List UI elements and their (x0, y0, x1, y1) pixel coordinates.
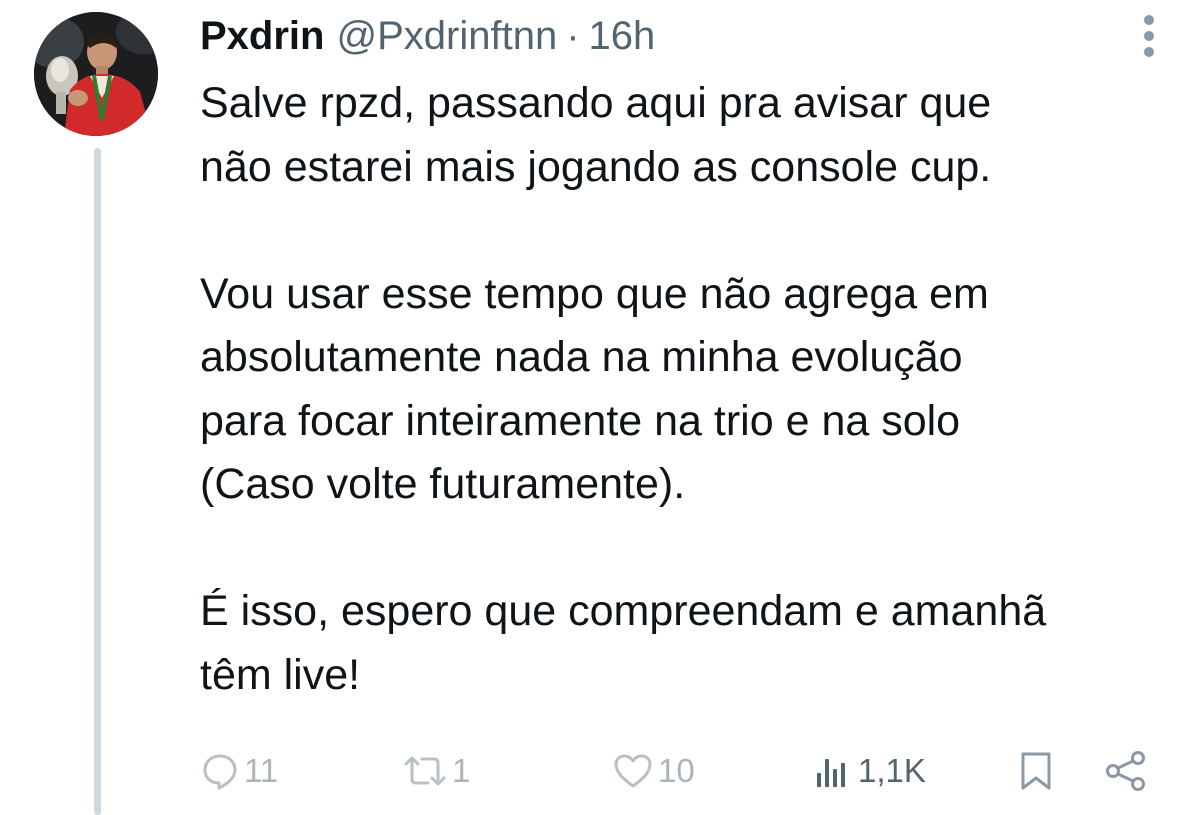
share-icon (1104, 750, 1148, 792)
tweet-line: (Caso volte futuramente). (200, 460, 686, 508)
share-button[interactable] (1104, 738, 1148, 804)
timestamp[interactable]: 16h (589, 14, 656, 59)
retweet-button[interactable]: 1 (402, 738, 470, 804)
heart-icon (612, 751, 654, 791)
views-icon (814, 751, 854, 791)
reply-icon (200, 751, 240, 791)
reply-count: 11 (244, 752, 279, 789)
retweet-count: 1 (452, 752, 471, 789)
tweet-line-blank (200, 517, 1190, 581)
tweet-line: Salve rpzd, passando aqui pra avisar que (200, 79, 992, 127)
more-vertical-icon (1142, 14, 1156, 63)
tweet-line-blank (200, 199, 1190, 263)
tweet-line: absolutamente nada na minha evolução (200, 333, 963, 381)
action-bar: 11 1 10 1,1K (0, 738, 1200, 804)
retweet-icon (402, 751, 448, 791)
reply-button[interactable]: 11 (200, 738, 278, 804)
avatar[interactable] (34, 12, 158, 136)
tweet-line: para focar inteiramente na trio e na sol… (200, 396, 961, 445)
like-count: 10 (658, 752, 695, 789)
tweet-line: É isso, espero que compreendam e amanhã (200, 587, 1047, 635)
bookmark-button[interactable] (1018, 738, 1054, 804)
views-count: 1,1K (858, 752, 926, 789)
tweet-header: Pxdrin @Pxdrinftnn · 16h (200, 10, 655, 62)
tweet-line: não estarei mais jogando as console cup. (200, 142, 992, 191)
tweet-text: Salve rpzd, passando aqui pra avisar que… (200, 72, 1190, 707)
separator-dot: · (566, 13, 580, 58)
tweet-line: têm live! (200, 650, 361, 699)
views-button[interactable]: 1,1K (814, 738, 926, 804)
bookmark-icon (1018, 750, 1054, 792)
tweet-line: Vou usar esse tempo que não agrega em (200, 269, 989, 318)
tweet: Pxdrin @Pxdrinftnn · 16h Salve rpzd, pas… (0, 0, 1200, 815)
more-button[interactable] (1126, 12, 1172, 64)
like-button[interactable]: 10 (612, 738, 695, 804)
display-name[interactable]: Pxdrin (200, 14, 324, 59)
user-handle[interactable]: @Pxdrinftnn (336, 14, 557, 59)
thread-line (94, 148, 101, 815)
